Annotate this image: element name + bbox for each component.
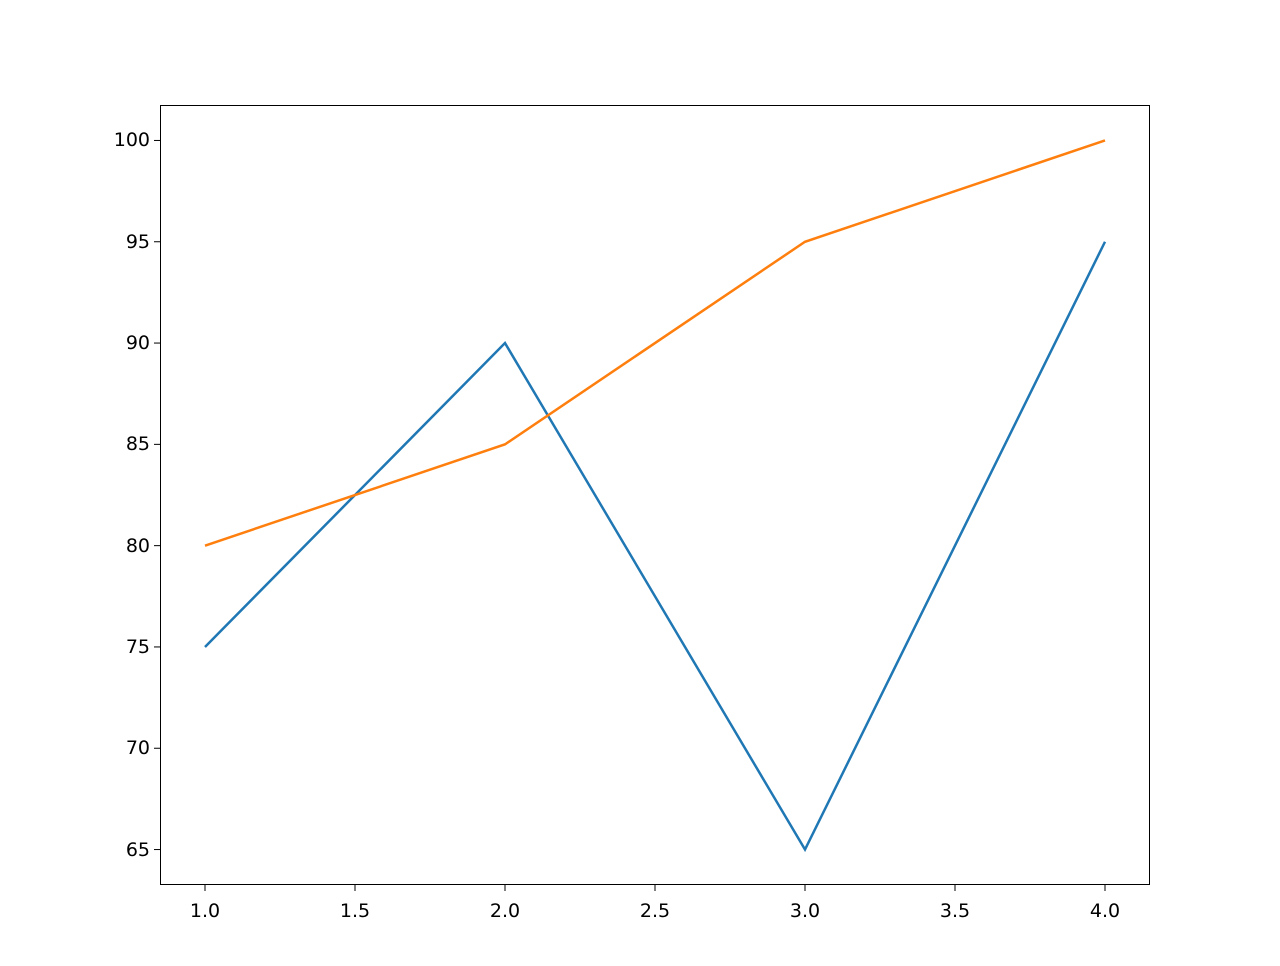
y-tick-label-5: 90 (126, 332, 150, 354)
y-tick-label-0: 65 (126, 839, 150, 861)
y-tick-label-6: 95 (126, 231, 150, 253)
x-tick-label-2: 2.0 (490, 900, 520, 922)
x-tick-label-4: 3.0 (790, 900, 820, 922)
chart-container: 65 70 75 80 85 90 95 100 1.0 1.5 2.0 2.5… (0, 0, 1280, 966)
y-tick-label-2: 75 (126, 636, 150, 658)
y-tick-label-7: 100 (114, 129, 150, 151)
x-tick-label-3: 2.5 (640, 900, 670, 922)
x-tick-label-0: 1.0 (190, 900, 220, 922)
y-tick-label-1: 70 (126, 737, 150, 759)
x-tick-label-1: 1.5 (340, 900, 370, 922)
plot-area (160, 105, 1150, 885)
x-tick-label-6: 4.0 (1090, 900, 1120, 922)
x-tick-label-5: 3.5 (940, 900, 970, 922)
x-tick-marks (205, 885, 1105, 891)
y-tick-label-3: 80 (126, 535, 150, 557)
y-tick-label-4: 85 (126, 433, 150, 455)
